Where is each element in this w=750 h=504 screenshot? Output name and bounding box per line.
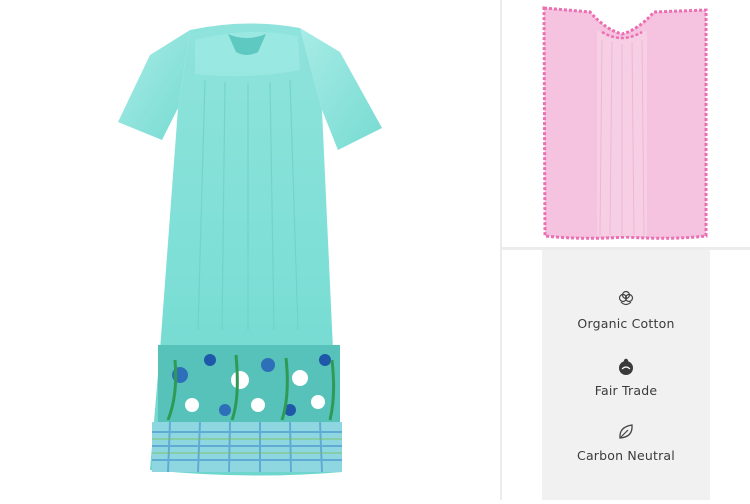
feature-organic-cotton: Organic Cotton <box>542 290 710 331</box>
main-product-image[interactable] <box>0 0 500 500</box>
thumbnail-product-image[interactable] <box>502 0 750 247</box>
features-panel: Organic Cotton Fair Trade Carbon Neutral <box>502 250 750 500</box>
feature-label: Organic Cotton <box>577 316 675 331</box>
features-card: Organic Cotton Fair Trade Carbon Neutral <box>542 250 710 500</box>
feature-label: Fair Trade <box>594 383 658 398</box>
cotton-flower-icon <box>618 290 634 306</box>
leaf-icon <box>619 424 633 439</box>
feature-fair-trade: Fair Trade <box>542 357 710 398</box>
fair-trade-icon <box>619 358 633 375</box>
pink-duster-illustration <box>542 6 708 240</box>
turquoise-dress-illustration <box>118 23 382 476</box>
feature-label: Carbon Neutral <box>577 448 675 463</box>
feature-carbon-neutral: Carbon Neutral <box>542 422 710 463</box>
